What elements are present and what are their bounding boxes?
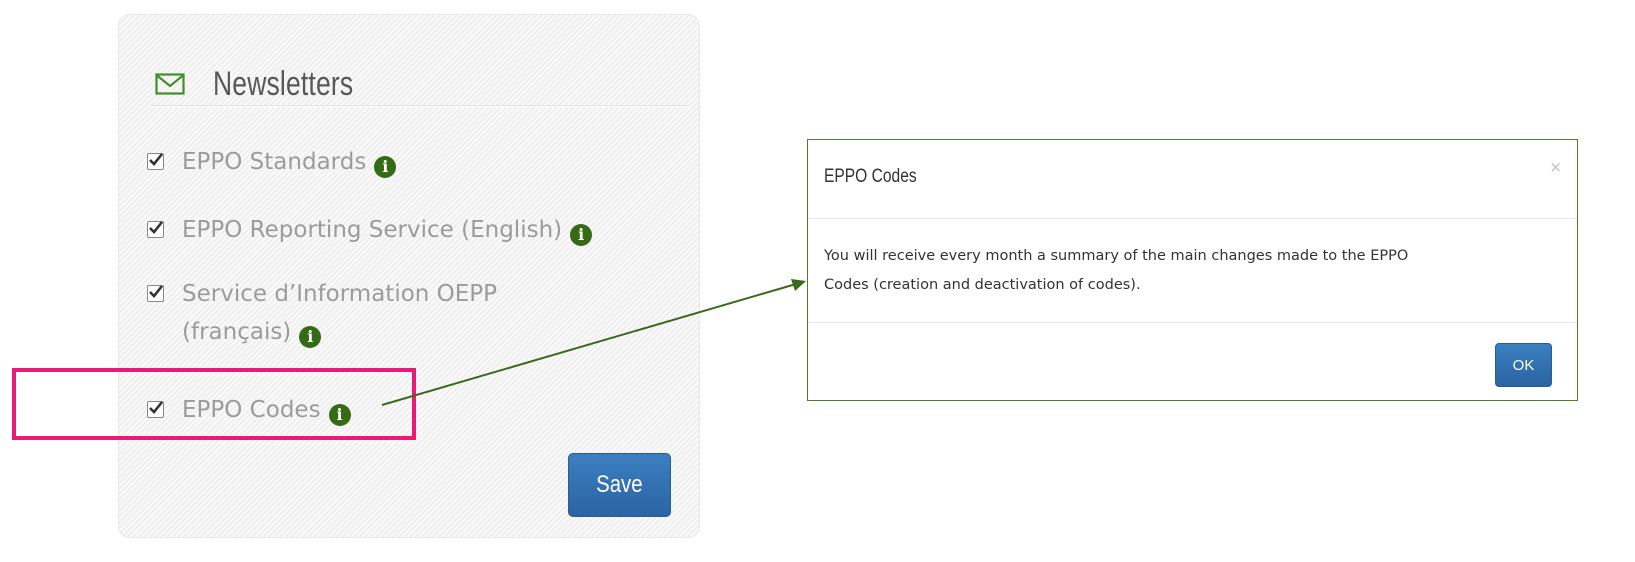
modal-body-line2: Codes (creation and deactivation of code…: [824, 277, 1141, 293]
modal-header-divider: [808, 218, 1577, 219]
ok-button[interactable]: OK: [1495, 343, 1552, 387]
modal-body: You will receive every month a summary o…: [824, 242, 1554, 300]
eppo-codes-modal: EPPO Codes × You will receive every mont…: [807, 139, 1578, 401]
modal-footer-divider: [808, 322, 1577, 323]
close-icon[interactable]: ×: [1549, 158, 1562, 176]
modal-title: EPPO Codes: [824, 166, 917, 187]
modal-body-line1: You will receive every month a summary o…: [824, 248, 1409, 264]
